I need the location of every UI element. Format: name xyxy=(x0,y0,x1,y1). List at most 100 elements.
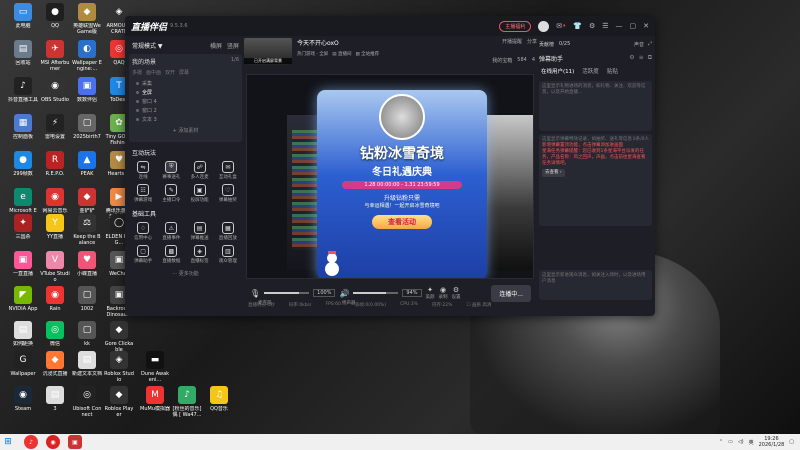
desktop-icon[interactable]: ◉ OBS Studio xyxy=(40,77,70,109)
mode-dropdown[interactable]: 常规模式 ▼ xyxy=(132,41,163,50)
volume-icon[interactable]: ◁) xyxy=(738,439,744,445)
scene-item[interactable]: 文本 3 xyxy=(132,115,239,124)
desktop-icon[interactable]: ▤ 如何更换 xyxy=(8,321,38,353)
task-reminder-tip[interactable]: 星海任务弹幕提醒：您已收到1条星海平台派发的任务，产品名称：风之回声，声画，点击… xyxy=(542,149,649,167)
tool-button[interactable]: ☍ 多人连麦 xyxy=(186,161,214,180)
desktop-icon[interactable]: G Wallpaper xyxy=(8,351,38,383)
tool-button[interactable]: ▦ 直播回放 xyxy=(214,222,242,241)
view-task-button[interactable]: 去查看 › xyxy=(542,169,565,177)
tool-button[interactable]: ✉ 互动礼盒 xyxy=(214,161,242,180)
desktop-icon[interactable]: ▤ 新建文本文档 xyxy=(72,351,102,383)
desktop-icon[interactable]: ▢ kk xyxy=(72,321,102,353)
desktop-icon[interactable]: ▣ 一直直播 xyxy=(8,251,38,283)
tool-button[interactable]: ▩ 直播数据 xyxy=(157,245,185,264)
desktop-icon[interactable]: ♪ 抖音直播工具 xyxy=(8,77,38,109)
tool-button[interactable]: ▣ 投屏功能 xyxy=(186,184,214,203)
tool-button[interactable]: ⛨ 赛事送礼 xyxy=(157,161,185,180)
tool-button[interactable]: ▤ 弹幕推送 xyxy=(186,222,214,241)
speaker-icon[interactable]: 🔊 xyxy=(339,289,349,298)
desktop-icon[interactable]: ● 299帧数 xyxy=(8,151,38,183)
desktop-icon[interactable]: ◆ Gore Clickable xyxy=(104,321,134,353)
desktop-icon[interactable]: ▦ 控制面板 xyxy=(8,114,38,146)
close-icon[interactable]: ✕ xyxy=(643,22,649,30)
expand-icon[interactable]: ⤢ xyxy=(648,41,652,48)
notification-icon[interactable]: ▢ xyxy=(789,439,794,445)
desktop-icon[interactable]: ▬ Dune Awakeni... xyxy=(140,351,170,383)
filter-icon[interactable]: ≡ xyxy=(639,54,644,63)
mail-icon[interactable]: ✉• xyxy=(556,22,566,30)
gear-icon[interactable]: ⚙ xyxy=(629,54,634,63)
desktop-icon[interactable]: ✦ 三国杀 xyxy=(8,214,38,246)
desktop-icon[interactable]: R R.E.P.O. xyxy=(40,151,70,183)
share-button[interactable]: 分享 xyxy=(527,38,537,45)
desktop-icon[interactable]: ◉ Rain xyxy=(40,286,70,318)
tool-button[interactable]: ☷ 弹幕游戏 xyxy=(129,184,157,203)
treasure-box[interactable]: 我的宝箱 xyxy=(492,57,512,64)
desktop-icon[interactable]: ▲ PEAK xyxy=(72,151,102,183)
go-live-button[interactable]: 连播中... xyxy=(491,284,531,302)
popout-icon[interactable]: ⧉ xyxy=(648,54,652,63)
desktop-icon[interactable]: ◈ Roblox Studio xyxy=(104,351,134,383)
desktop-icon[interactable]: ♫ QQ音乐 xyxy=(204,386,234,418)
room-tag[interactable]: ▤ 直播间 xyxy=(332,51,351,57)
desktop-icon[interactable]: M MuMu模拟器 xyxy=(140,386,170,418)
scene-tab[interactable]: 屏幕 xyxy=(179,69,189,76)
streamer-welfare-button[interactable]: 主播福利 xyxy=(499,20,532,32)
desktop-icon[interactable]: ◆ 英雄联盟WeGame版 xyxy=(72,3,102,35)
desktop-icon[interactable]: ⚡ 雷电设置 xyxy=(40,114,70,146)
viewer-tab[interactable]: 活跃度 xyxy=(582,67,599,75)
netease-icon[interactable]: ◉ xyxy=(46,435,60,449)
scene-tab[interactable]: 画中画 xyxy=(146,69,161,76)
landscape-toggle[interactable]: 横屏 xyxy=(210,41,222,50)
scene-tab[interactable]: 多摄 xyxy=(132,69,142,76)
minimize-icon[interactable]: — xyxy=(616,22,623,30)
desktop-icon[interactable]: ▤ 3 xyxy=(40,386,70,418)
speaker-volume-slider[interactable] xyxy=(353,292,399,294)
tool-button[interactable]: ▢ 弹幕助手 xyxy=(129,245,157,264)
tool-button[interactable]: ⚠ 直播事件 xyxy=(157,222,185,241)
avatar[interactable] xyxy=(538,20,550,32)
room-cover-thumbnail[interactable]: 已开启满屏背景 xyxy=(244,38,292,65)
speaker-volume-value[interactable]: 94% xyxy=(402,289,422,297)
desktop-icon[interactable]: ▢ 2025birth7 xyxy=(72,114,102,146)
desktop-icon[interactable]: ▣ 数数伴侣 xyxy=(72,77,102,109)
tool-button[interactable]: ⇋ 连线 xyxy=(129,161,157,180)
desktop-icon[interactable]: ✈ MSI Afterburner xyxy=(40,40,70,72)
contribution-rank-tab[interactable]: 贡献榜 xyxy=(539,41,554,48)
tool-button[interactable]: ♢ 信用中心 xyxy=(129,222,157,241)
desktop-icon[interactable]: ◆ 沉浸式直播 xyxy=(40,351,70,383)
scene-item[interactable]: 采集 xyxy=(132,79,239,88)
settings-icon[interactable]: ⚙ xyxy=(589,22,595,30)
record-button[interactable]: ◉ 录制 xyxy=(439,286,448,300)
douyin-icon[interactable]: ♪ xyxy=(24,435,38,449)
menu-icon[interactable]: ☰ xyxy=(602,22,608,30)
add-material-button[interactable]: + 添加素材 xyxy=(132,127,239,134)
desktop-icon[interactable]: ◆ Roblox Player xyxy=(104,386,134,418)
desktop-icon[interactable]: ◉ Steam xyxy=(8,386,38,418)
scene-tab[interactable]: 双开 xyxy=(165,69,175,76)
tool-button[interactable]: ♡ 弹幕抽奖 xyxy=(214,184,242,203)
desktop-icon[interactable]: ▢ 1002 xyxy=(72,286,102,318)
desktop-icon[interactable]: ◎ 微信 xyxy=(40,321,70,353)
more-functions-button[interactable]: ⋯ 更多功能 xyxy=(129,270,242,277)
desktop-icon[interactable]: ♥ 小蝶直播 xyxy=(72,251,102,283)
live-reminder-button[interactable]: 开播提醒 xyxy=(502,38,522,45)
shirt-icon[interactable]: 👕 xyxy=(573,22,582,30)
input-language[interactable]: 英 xyxy=(749,439,754,446)
voice-badge[interactable]: 声音 xyxy=(634,41,644,48)
room-tag[interactable]: 热门游戏 · 全屏 xyxy=(297,51,328,57)
event-banner[interactable]: 钻粉冰雪奇境 冬日礼遇庆典 1.28 00:00:00 - 1.31 23:59… xyxy=(317,90,487,278)
tool-button[interactable]: ▥ 观众管理 xyxy=(214,245,242,264)
mic-volume-value[interactable]: 100% xyxy=(313,289,336,297)
microphone-icon[interactable]: 🎙 xyxy=(250,289,260,298)
mic-volume-slider[interactable] xyxy=(264,292,310,294)
maximize-icon[interactable]: ▢ xyxy=(630,22,637,30)
viewer-tab[interactable]: 贴贴 xyxy=(607,67,618,75)
record-app-icon[interactable]: ▣ xyxy=(68,435,82,449)
desktop-icon[interactable]: V VTube Studio xyxy=(40,251,70,283)
tool-button[interactable]: ◈ 直播标签 xyxy=(186,245,214,264)
desktop-icon[interactable]: ▤ 回收站 xyxy=(8,40,38,72)
live-preview[interactable]: 钻粉冰雪奇境 冬日礼遇庆典 1.28 00:00:00 - 1.31 23:59… xyxy=(246,74,534,279)
room-tag[interactable]: ▧ 全站推荐 xyxy=(355,51,379,57)
viewer-tab[interactable]: 在线用户(11) xyxy=(541,67,574,75)
